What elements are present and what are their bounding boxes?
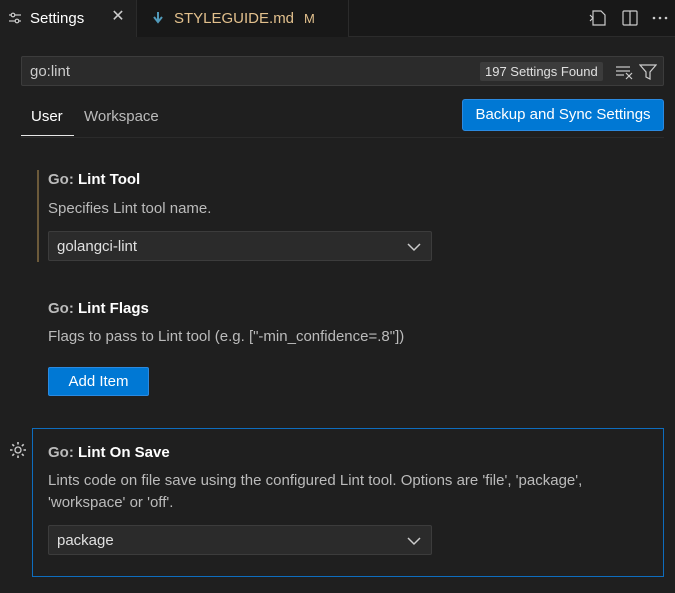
open-settings-json-icon[interactable] — [589, 10, 607, 26]
tab-styleguide[interactable]: STYLEGUIDE.md M — [137, 0, 349, 37]
close-icon[interactable]: ✕ — [110, 9, 126, 25]
setting-title-lint-on-save: Go: Lint On Save — [48, 444, 170, 461]
backup-sync-button[interactable]: Backup and Sync Settings — [462, 99, 664, 131]
lint-tool-select[interactable]: golangci-lint — [48, 231, 432, 261]
tab-title: STYLEGUIDE.md — [174, 10, 295, 27]
setting-description: Flags to pass to Lint tool (e.g. ["-min_… — [48, 328, 405, 345]
settings-icon — [9, 12, 21, 24]
more-actions-icon[interactable] — [651, 10, 669, 26]
gear-icon[interactable] — [9, 441, 27, 459]
modified-badge: M — [304, 11, 315, 26]
filter-icon[interactable] — [639, 63, 657, 81]
add-item-button[interactable]: Add Item — [48, 367, 149, 396]
setting-category: Go: — [48, 300, 74, 317]
settings-search-input[interactable]: go:lint 197 Settings Found — [21, 56, 664, 86]
tab-workspace[interactable]: Workspace — [84, 108, 159, 125]
select-value: golangci-lint — [57, 238, 138, 255]
select-value: package — [57, 532, 114, 549]
results-count-badge: 197 Settings Found — [480, 62, 603, 81]
setting-category: Go: — [48, 171, 74, 188]
active-tab-indicator — [21, 135, 74, 136]
tab-title: Settings — [30, 10, 85, 27]
setting-name: Lint Tool — [78, 171, 141, 188]
setting-name: Lint On Save — [78, 444, 170, 461]
split-editor-icon[interactable] — [621, 10, 639, 26]
markdown-file-icon — [153, 12, 163, 24]
tab-bar: Settings ✕ STYLEGUIDE.md M — [0, 0, 675, 37]
setting-name: Lint Flags — [78, 300, 149, 317]
chevron-down-icon — [407, 243, 421, 252]
lint-on-save-select[interactable]: package — [48, 525, 432, 555]
chevron-down-icon — [407, 537, 421, 546]
clear-filter-icon[interactable] — [615, 64, 633, 80]
setting-description-line2: 'workspace' or 'off'. — [48, 494, 174, 511]
setting-title-lint-flags: Go: Lint Flags — [48, 300, 149, 317]
setting-category: Go: — [48, 444, 74, 461]
setting-description-line1: Lints code on file save using the config… — [48, 472, 583, 489]
editor-actions — [585, 0, 675, 37]
tab-user[interactable]: User — [31, 108, 63, 125]
search-query[interactable]: go:lint — [30, 63, 70, 80]
setting-description: Specifies Lint tool name. — [48, 200, 212, 217]
setting-title-lint-tool: Go: Lint Tool — [48, 171, 140, 188]
modified-indicator — [37, 170, 39, 262]
tab-settings[interactable]: Settings ✕ — [0, 0, 137, 37]
